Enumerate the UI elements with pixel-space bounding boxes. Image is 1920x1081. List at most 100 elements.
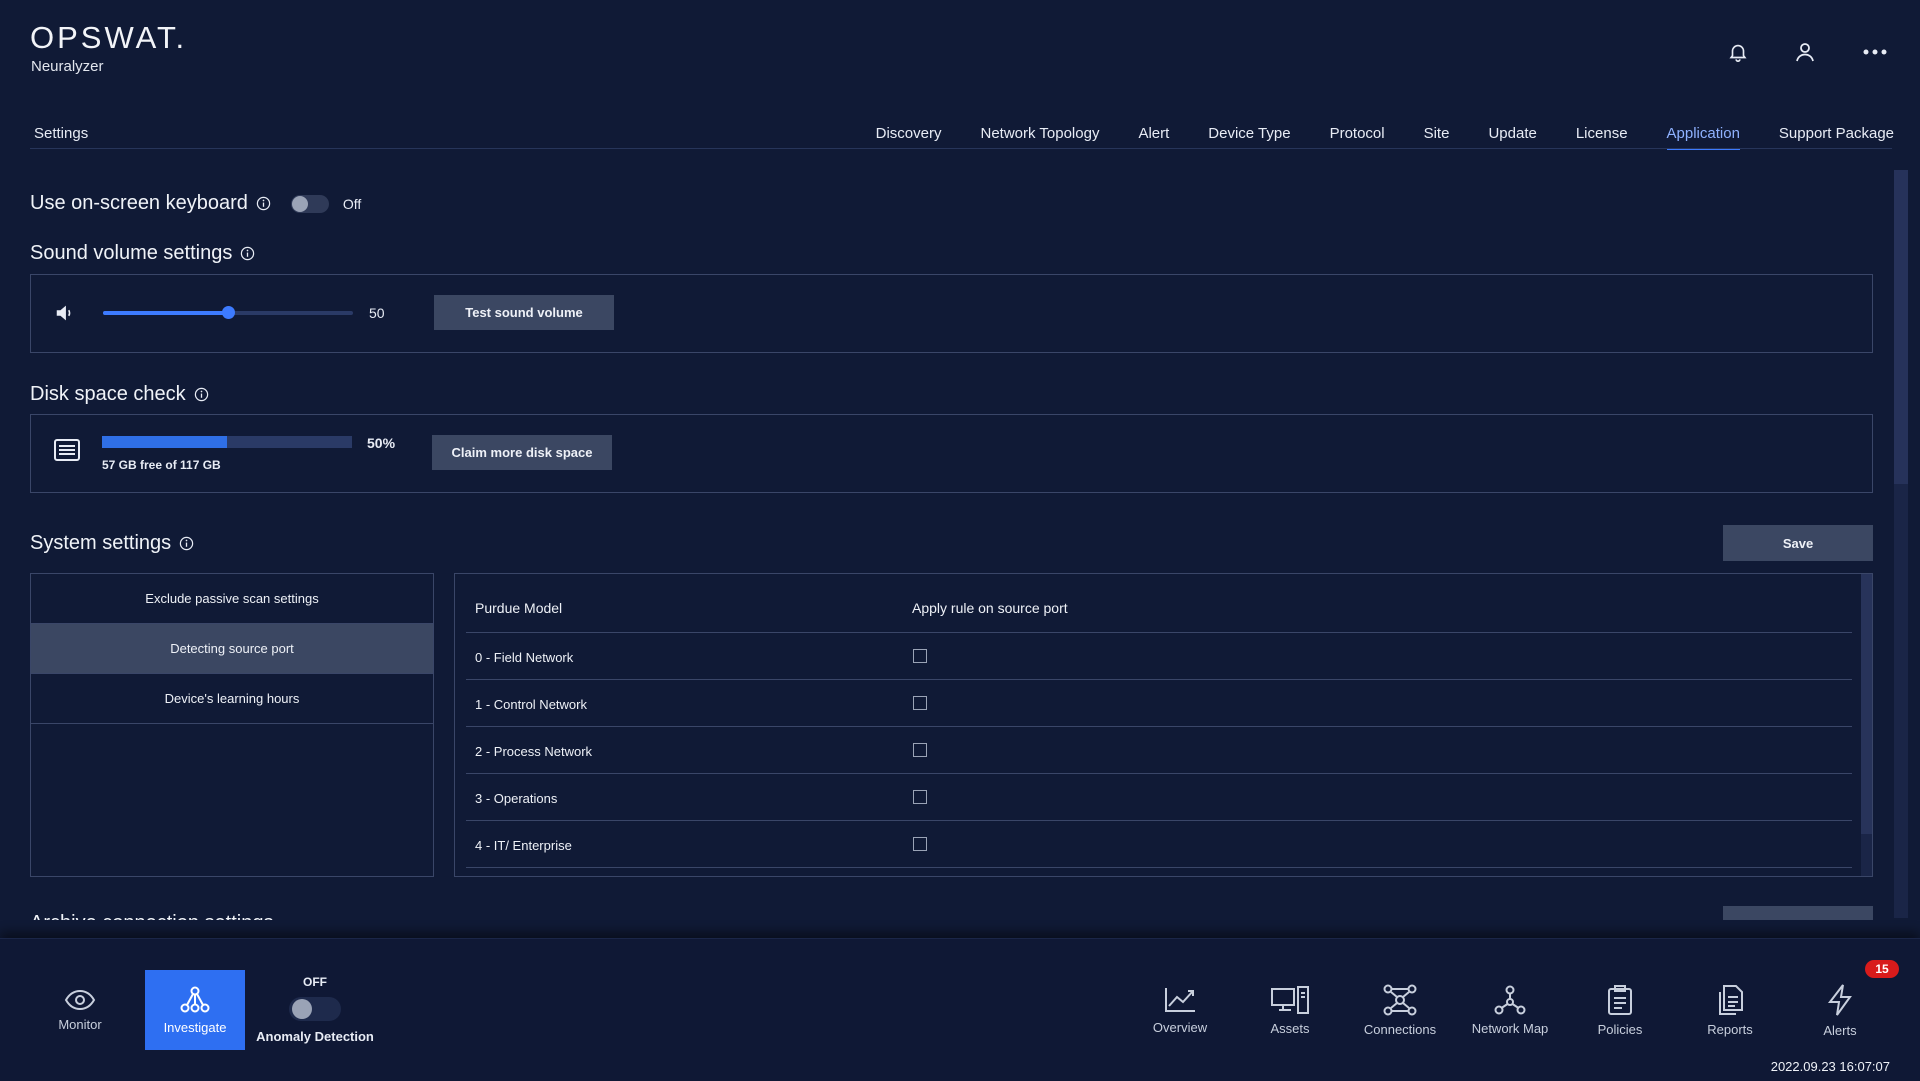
nav-label: Investigate (163, 1019, 227, 1035)
nav-label: Alerts (1823, 1022, 1857, 1038)
nav-label: Connections (1363, 1021, 1437, 1037)
table-row-label: 3 - Operations (475, 791, 558, 806)
tab-device-type[interactable]: Device Type (1208, 125, 1290, 150)
eye-icon (64, 989, 96, 1010)
row-checkbox[interactable] (913, 696, 927, 710)
table-row-label: 2 - Process Network (475, 744, 593, 759)
row-checkbox[interactable] (913, 649, 927, 663)
purdue-table-panel: Purdue Model Apply rule on source port 0… (454, 573, 1873, 877)
tab-alert[interactable]: Alert (1138, 125, 1169, 150)
keyboard-toggle[interactable] (290, 194, 329, 213)
tab-discovery[interactable]: Discovery (876, 125, 942, 150)
datetime: 2022.09.23 16:07:07 (1770, 1059, 1890, 1074)
user-icon[interactable] (1789, 36, 1821, 68)
nav-label: Policies (1597, 1021, 1643, 1037)
table-row-label: 0 - Field Network (475, 650, 574, 665)
archive-title: Archive connection settings (30, 912, 273, 920)
row-checkbox[interactable] (913, 837, 927, 851)
tab-site[interactable]: Site (1424, 125, 1450, 150)
keyboard-title: Use on-screen keyboard (30, 192, 248, 214)
reports-icon (1719, 984, 1743, 1015)
system-menu: Exclude passive scan settings Detecting … (30, 573, 434, 877)
nav-network-map[interactable]: Network Map (1460, 970, 1560, 1050)
menu-item-detecting-source-port[interactable]: Detecting source port (31, 624, 433, 674)
toggle-knob (292, 999, 312, 1019)
row-divider (466, 726, 1852, 727)
chart-icon (1165, 987, 1195, 1012)
product-name: Neuralyzer (31, 58, 104, 75)
settings-title: Settings (34, 125, 89, 142)
nav-assets[interactable]: Assets (1240, 970, 1340, 1050)
bell-icon[interactable] (1722, 36, 1754, 68)
tabs-divider (30, 148, 1892, 149)
column-header-apply-rule: Apply rule on source port (912, 600, 1068, 616)
tab-bar: Discovery Network Topology Alert Device … (876, 125, 1894, 150)
nav-policies[interactable]: Policies (1570, 970, 1670, 1050)
row-divider (466, 867, 1852, 868)
volume-slider-thumb[interactable] (222, 306, 235, 319)
tab-protocol[interactable]: Protocol (1330, 125, 1385, 150)
row-checkbox[interactable] (913, 790, 927, 804)
more-icon[interactable] (1859, 36, 1891, 68)
system-section-title: System settings (30, 532, 194, 555)
sound-title: Sound volume settings (30, 242, 233, 264)
devices-icon (1271, 985, 1309, 1014)
nav-connections[interactable]: Connections (1350, 970, 1450, 1050)
disk-usage-fill (102, 436, 227, 448)
row-divider (466, 632, 1852, 633)
anomaly-toggle[interactable] (289, 997, 341, 1021)
archive-save-button[interactable] (1723, 906, 1873, 920)
tab-license[interactable]: License (1576, 125, 1628, 150)
menu-item-learning-hours[interactable]: Device's learning hours (31, 674, 433, 724)
nav-alerts[interactable]: Alerts (1790, 970, 1890, 1050)
storage-icon (53, 438, 81, 462)
row-checkbox[interactable] (913, 743, 927, 757)
anomaly-detection: OFF Anomaly Detection (256, 975, 374, 1044)
toggle-knob (291, 195, 308, 212)
anomaly-state: OFF (303, 975, 327, 989)
table-scrollbar-thumb[interactable] (1861, 574, 1872, 834)
nav-label: Monitor (58, 1016, 102, 1032)
table-row-label: 1 - Control Network (475, 697, 587, 712)
disk-title: Disk space check (30, 383, 186, 405)
anomaly-label: Anomaly Detection (256, 1029, 374, 1044)
info-icon[interactable] (240, 246, 255, 261)
info-icon[interactable] (256, 196, 271, 211)
tab-application[interactable]: Application (1666, 125, 1740, 150)
volume-value: 50 (369, 305, 385, 321)
row-divider (466, 820, 1852, 821)
sound-section-title: Sound volume settings (30, 242, 255, 265)
nav-overview[interactable]: Overview (1130, 970, 1230, 1050)
brand-logo: OPSWAT. (30, 20, 188, 55)
save-button[interactable]: Save (1723, 525, 1873, 561)
system-title: System settings (30, 532, 172, 554)
menu-item-exclude-passive-scan[interactable]: Exclude passive scan settings (31, 574, 433, 624)
tab-update[interactable]: Update (1488, 125, 1536, 150)
nav-label: Network Map (1471, 1020, 1549, 1036)
nav-label: Assets (1270, 1020, 1310, 1036)
tab-network-topology[interactable]: Network Topology (981, 125, 1100, 150)
disk-percent: 50% (367, 435, 396, 451)
content-scrollbar-thumb[interactable] (1894, 170, 1908, 484)
keyboard-toggle-state: Off (342, 195, 362, 212)
info-icon[interactable] (179, 536, 194, 551)
nav-monitor[interactable]: Monitor (30, 970, 130, 1050)
alerts-count-badge: 15 (1865, 960, 1899, 978)
nav-label: Reports (1707, 1021, 1753, 1037)
disk-section-title: Disk space check (30, 383, 209, 406)
row-divider (466, 679, 1852, 680)
volume-slider-fill (103, 311, 228, 315)
table-row-label: 4 - IT/ Enterprise (475, 838, 572, 853)
keyboard-section-title: Use on-screen keyboard Off (30, 192, 361, 215)
disk-free-text: 57 GB free of 117 GB (102, 458, 221, 472)
disk-panel (30, 414, 1873, 493)
claim-disk-space-button[interactable]: Claim more disk space (432, 435, 612, 470)
test-sound-button[interactable]: Test sound volume (434, 295, 614, 330)
nav-reports[interactable]: Reports (1680, 970, 1780, 1050)
info-icon[interactable] (194, 387, 209, 402)
nav-label: Overview (1152, 1019, 1208, 1035)
nav-investigate[interactable]: Investigate (145, 970, 245, 1050)
tab-support-package[interactable]: Support Package (1779, 125, 1894, 150)
lightning-icon (1827, 983, 1852, 1016)
clipboard-icon (1608, 984, 1632, 1015)
